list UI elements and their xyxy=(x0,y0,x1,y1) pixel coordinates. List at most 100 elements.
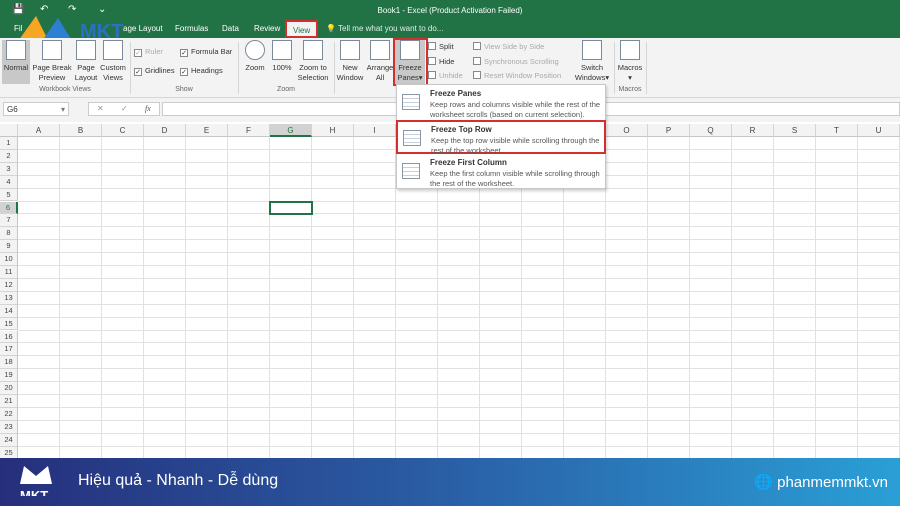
tab-review[interactable]: Review xyxy=(254,24,280,33)
row-header-6[interactable]: 6 xyxy=(0,201,18,215)
menu-item-freeze-first-column[interactable]: Freeze First Column Keep the first column… xyxy=(397,155,607,189)
synchronous-scrolling-button[interactable]: Synchronous Scrolling xyxy=(473,57,559,66)
row-header-12[interactable]: 12 xyxy=(0,278,18,292)
label: Ruler xyxy=(145,47,163,56)
ruler-checkbox[interactable]: ✓ Ruler xyxy=(134,47,163,57)
row-header-3[interactable]: 3 xyxy=(0,162,18,176)
gridlines-checkbox[interactable]: ✓ Gridlines xyxy=(134,66,175,76)
row-header-21[interactable]: 21 xyxy=(0,395,18,408)
view-side-by-side-button[interactable]: View Side by Side xyxy=(473,42,544,51)
page-layout-view-button[interactable]: Page Layout xyxy=(73,40,99,83)
row-header-20[interactable]: 20 xyxy=(0,382,18,395)
row-header-14[interactable]: 14 xyxy=(0,304,18,318)
column-header-A[interactable]: A xyxy=(18,124,60,137)
page-break-icon xyxy=(42,40,62,60)
label: Arrange xyxy=(366,63,394,72)
tab-data[interactable]: Data xyxy=(222,24,239,33)
insert-function-icon[interactable]: fx xyxy=(145,104,151,113)
column-header-B[interactable]: B xyxy=(60,124,102,137)
row-header-2[interactable]: 2 xyxy=(0,149,18,163)
column-header-D[interactable]: D xyxy=(144,124,186,137)
gridline xyxy=(18,290,900,292)
column-header-I[interactable]: I xyxy=(354,124,396,137)
unhide-button[interactable]: Unhide xyxy=(428,71,463,80)
freeze-top-row-icon xyxy=(403,130,421,146)
row-header-18[interactable]: 18 xyxy=(0,356,18,370)
split-button[interactable]: Split xyxy=(428,42,454,51)
brand-footer: MKT Hiệu quả - Nhanh - Dễ dùng 🌐 phanmem… xyxy=(0,458,900,506)
tab-formulas[interactable]: Formulas xyxy=(175,24,208,33)
menu-item-freeze-top-row[interactable]: Freeze Top Row Keep the top row visible w… xyxy=(396,120,606,155)
label: Layout xyxy=(74,73,98,82)
enter-icon[interactable]: ✓ xyxy=(121,104,128,113)
row-header-1[interactable]: 1 xyxy=(0,137,18,150)
column-header-T[interactable]: T xyxy=(816,124,858,137)
label: Page xyxy=(77,63,95,72)
new-window-button[interactable]: New Window xyxy=(336,40,364,83)
gridline xyxy=(227,137,228,458)
gridline xyxy=(143,137,144,458)
gridline xyxy=(18,226,900,228)
tab-view[interactable]: View xyxy=(285,20,319,38)
gridline xyxy=(59,137,60,458)
arrange-all-button[interactable]: Arrange All xyxy=(366,40,394,83)
tell-me-search[interactable]: 💡 Tell me what you want to do... xyxy=(326,24,443,33)
row-header-13[interactable]: 13 xyxy=(0,291,18,305)
label: Page Break xyxy=(32,63,72,72)
column-header-U[interactable]: U xyxy=(858,124,900,137)
page-break-preview-button[interactable]: Page Break Preview xyxy=(32,40,72,83)
gridline xyxy=(269,137,270,458)
gridline xyxy=(689,137,690,458)
label: Windows xyxy=(574,73,606,82)
custom-views-button[interactable]: Custom Views xyxy=(99,40,127,83)
macros-button[interactable]: Macros ▾ xyxy=(616,40,644,83)
row-header-5[interactable]: 5 xyxy=(0,188,18,202)
row-header-9[interactable]: 9 xyxy=(0,240,18,254)
column-header-G[interactable]: G xyxy=(270,124,312,137)
label: Custom xyxy=(100,63,126,72)
row-header-7[interactable]: 7 xyxy=(0,214,18,228)
column-header-S[interactable]: S xyxy=(774,124,816,137)
label: 100% xyxy=(272,63,292,72)
select-all-corner[interactable] xyxy=(0,124,18,137)
column-header-H[interactable]: H xyxy=(312,124,354,137)
globe-icon: 🌐 xyxy=(754,474,773,491)
hide-button[interactable]: Hide xyxy=(428,57,454,66)
reset-window-position-button[interactable]: Reset Window Position xyxy=(473,71,561,80)
row-header-23[interactable]: 23 xyxy=(0,420,18,434)
name-box[interactable]: G6 ▾ xyxy=(3,102,69,116)
normal-view-button[interactable]: Normal xyxy=(2,40,30,84)
column-header-O[interactable]: O xyxy=(606,124,648,137)
row-header-22[interactable]: 22 xyxy=(0,407,18,421)
row-header-4[interactable]: 4 xyxy=(0,175,18,189)
column-header-F[interactable]: F xyxy=(228,124,270,137)
zoom-to-selection-button[interactable]: Zoom to Selection xyxy=(295,40,331,83)
row-header-24[interactable]: 24 xyxy=(0,433,18,447)
logo-mark xyxy=(20,466,52,484)
row-header-25[interactable]: 25 xyxy=(0,446,18,458)
column-header-P[interactable]: P xyxy=(648,124,690,137)
website-link[interactable]: 🌐 phanmemmkt.vn xyxy=(754,473,888,491)
row-header-15[interactable]: 15 xyxy=(0,317,18,331)
column-header-Q[interactable]: Q xyxy=(690,124,732,137)
row-header-19[interactable]: 19 xyxy=(0,369,18,383)
row-header-11[interactable]: 11 xyxy=(0,266,18,279)
zoom-button[interactable]: Zoom xyxy=(242,40,268,73)
row-header-17[interactable]: 17 xyxy=(0,343,18,357)
switch-windows-button[interactable]: Switch Windows▾ xyxy=(572,40,612,83)
label: Zoom to xyxy=(299,63,327,72)
cancel-icon[interactable]: ✕ xyxy=(97,104,104,113)
gridline xyxy=(731,137,732,458)
row-header-10[interactable]: 10 xyxy=(0,253,18,266)
gridline xyxy=(18,445,900,447)
menu-item-freeze-panes[interactable]: Freeze Panes Keep rows and columns visibl… xyxy=(397,86,607,120)
column-header-C[interactable]: C xyxy=(102,124,144,137)
row-header-16[interactable]: 16 xyxy=(0,330,18,344)
zoom-100-button[interactable]: 100% xyxy=(269,40,295,73)
formula-bar-checkbox[interactable]: ✓ Formula Bar xyxy=(180,47,232,57)
headings-checkbox[interactable]: ✓ Headings xyxy=(180,66,223,76)
selected-cell-G6[interactable] xyxy=(269,200,313,216)
column-header-R[interactable]: R xyxy=(732,124,774,137)
column-header-E[interactable]: E xyxy=(186,124,228,137)
row-header-8[interactable]: 8 xyxy=(0,227,18,241)
